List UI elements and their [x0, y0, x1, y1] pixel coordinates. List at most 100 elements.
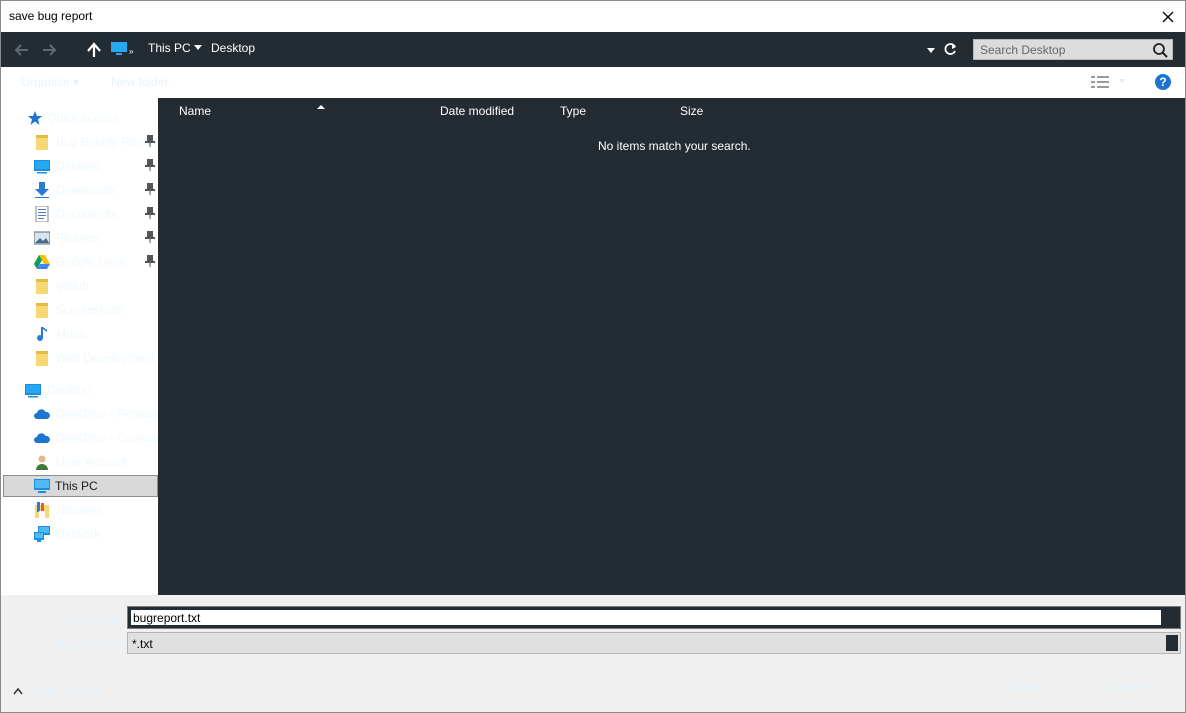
save-as-type-label: Save as type:	[54, 637, 127, 651]
view-details-icon[interactable]	[1091, 75, 1109, 89]
save-as-type-select[interactable]: *.txt	[127, 632, 1181, 654]
libraries-icon	[35, 502, 49, 518]
nav-item-github[interactable]: github	[1, 275, 158, 297]
save-as-type-value: *.txt	[132, 637, 153, 651]
nav-item-label: Documents	[56, 207, 117, 221]
nav-item-desktop[interactable]: Desktop	[1, 379, 158, 401]
search-input[interactable]	[980, 42, 1140, 57]
nav-item-label: OneDrive - Personal	[56, 407, 158, 421]
view-options-chevron-icon[interactable]	[1119, 79, 1125, 83]
nav-item-libraries[interactable]: Libraries	[1, 499, 158, 521]
back-button[interactable]	[12, 41, 30, 59]
nav-item-screenshots[interactable]: Screenshots	[1, 299, 158, 321]
save-options-panel: File name: Save as type: *.txt Hide Fold…	[1, 595, 1185, 712]
nav-item-label: Music	[56, 327, 88, 341]
nav-item-label: github	[56, 279, 89, 293]
user-icon	[36, 455, 48, 470]
nav-item-onedrive-personal[interactable]: OneDrive - Personal	[1, 403, 158, 425]
crumb-this-pc[interactable]: This PC	[148, 41, 191, 55]
address-history-dropdown[interactable]	[927, 48, 935, 53]
nav-item-user-account[interactable]: User Account	[1, 451, 158, 473]
nav-item-label: Quick access	[47, 111, 119, 125]
crumb-desktop[interactable]: Desktop	[211, 41, 255, 55]
nav-item-label: Pictures	[56, 231, 100, 245]
nav-item-label: Screenshots	[56, 303, 123, 317]
nav-item-label: Network	[56, 527, 101, 541]
quick-access-star-icon	[28, 111, 42, 125]
nav-item-desktop-pinned[interactable]: Desktop	[1, 155, 158, 177]
column-header-name[interactable]: Name	[179, 104, 325, 118]
pin-icon	[145, 255, 155, 267]
file-name-combobox[interactable]	[127, 606, 1181, 629]
nav-item-label: Web Development	[56, 351, 155, 365]
new-folder-button[interactable]: New folder	[111, 75, 168, 89]
pin-icon	[145, 135, 155, 147]
chevron-down-icon[interactable]	[194, 45, 202, 50]
nav-item-google-drive[interactable]: Google Drive	[1, 251, 158, 273]
nav-item-quick-access[interactable]: Quick access	[1, 107, 158, 129]
refresh-icon[interactable]	[942, 41, 958, 57]
navigation-pane: Quick access Bug Bounty Reports Desktop …	[1, 98, 158, 595]
downloads-icon	[35, 182, 49, 198]
nav-item-bug-bounty-reports[interactable]: Bug Bounty Reports	[1, 131, 158, 153]
desktop-icon	[25, 384, 41, 398]
search-box[interactable]	[973, 39, 1173, 60]
nav-item-label: Downloads	[56, 183, 116, 197]
nav-item-music[interactable]: Music	[1, 323, 158, 345]
pictures-icon	[34, 231, 50, 245]
search-icon[interactable]	[1152, 42, 1168, 58]
google-drive-icon	[34, 255, 50, 269]
desktop-icon	[34, 160, 50, 174]
column-header-date-modified[interactable]: Date modified	[440, 104, 514, 118]
pin-icon	[145, 183, 155, 195]
folder-icon	[36, 351, 48, 366]
folder-icon	[36, 279, 48, 294]
this-pc-icon	[111, 42, 127, 55]
organize-button[interactable]: Organize ▾	[21, 75, 79, 89]
save-dialog: save bug report » This PC Desktop Organi…	[0, 0, 1186, 713]
network-icon	[34, 526, 50, 542]
nav-item-onedrive-company[interactable]: OneDrive - Company	[1, 427, 158, 449]
nav-item-label: Desktop	[56, 159, 101, 173]
file-list[interactable]: Name Date modified Type Size No items ma…	[158, 98, 1185, 595]
nav-item-web-development[interactable]: Web Development	[1, 347, 158, 369]
command-toolbar: Organize ▾ New folder ?	[1, 67, 1185, 98]
nav-item-label: User Account	[56, 455, 128, 469]
save-button[interactable]: Save	[982, 675, 1068, 699]
up-button[interactable]	[85, 41, 103, 59]
column-header-type[interactable]: Type	[560, 104, 586, 118]
sort-ascending-icon	[317, 105, 325, 109]
column-header-label: Name	[179, 104, 212, 118]
address-bar: » This PC Desktop	[1, 32, 1185, 67]
file-name-inner	[131, 610, 1161, 625]
nav-item-label: Google Drive	[56, 255, 127, 269]
help-icon[interactable]: ?	[1155, 74, 1171, 90]
nav-item-network[interactable]: Network	[1, 523, 158, 545]
documents-icon	[35, 206, 49, 222]
forward-button[interactable]	[41, 41, 59, 59]
onedrive-icon	[34, 409, 50, 419]
dropdown-arrow-icon[interactable]	[1166, 635, 1178, 651]
column-header-size[interactable]: Size	[680, 104, 703, 118]
arrow-right-icon	[43, 44, 57, 56]
cancel-button[interactable]: Cancel	[1082, 675, 1168, 699]
window-title: save bug report	[9, 9, 93, 23]
crumb-overflow-icon[interactable]: »	[129, 47, 133, 56]
empty-list-message: No items match your search.	[598, 139, 751, 153]
nav-item-label: Libraries	[56, 503, 103, 517]
pin-icon	[145, 231, 155, 243]
folder-icon	[36, 135, 48, 150]
arrow-left-icon	[14, 44, 28, 56]
nav-item-documents[interactable]: Documents	[1, 203, 158, 225]
folder-icon	[36, 303, 48, 318]
nav-item-downloads[interactable]: Downloads	[1, 179, 158, 201]
this-pc-icon	[34, 479, 50, 493]
pin-icon	[145, 207, 155, 219]
nav-item-label: This PC	[55, 479, 98, 493]
file-name-label: File name:	[67, 612, 124, 626]
title-bar: save bug report	[1, 1, 1185, 32]
file-name-input[interactable]	[131, 610, 1161, 625]
nav-item-pictures[interactable]: Pictures	[1, 227, 158, 249]
nav-item-this-pc[interactable]: This PC	[3, 475, 158, 497]
close-button[interactable]	[1151, 1, 1185, 32]
